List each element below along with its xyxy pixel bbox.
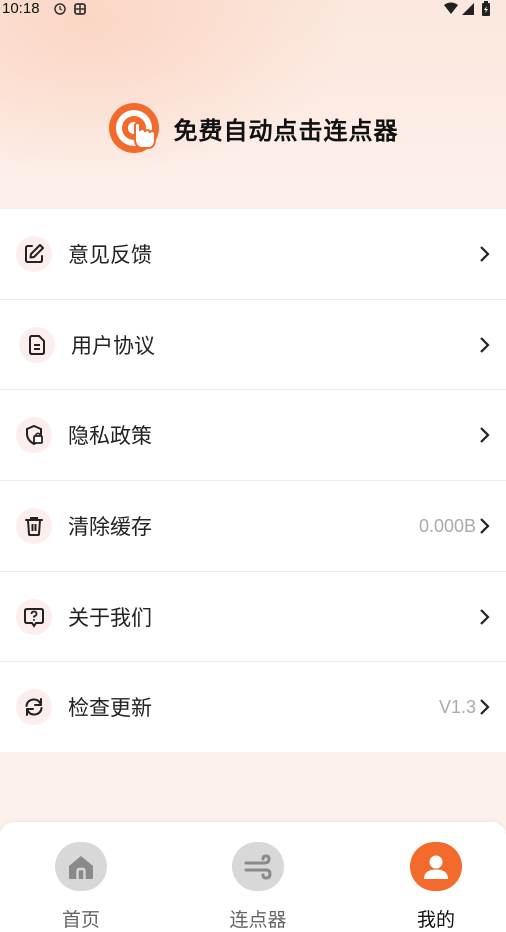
battery-icon: [482, 1, 490, 16]
status-system-icons: [442, 1, 496, 21]
tab-home[interactable]: 首页: [26, 842, 136, 932]
shield-lock-icon: [16, 417, 52, 453]
wifi-icon: [444, 2, 458, 14]
wind-icon: [232, 842, 284, 891]
menu-item-about-us[interactable]: 关于我们: [0, 572, 506, 662]
user-icon: [410, 842, 462, 891]
menu-item-privacy-policy[interactable]: 隐私政策: [0, 390, 506, 480]
app-logo-icon: [108, 103, 159, 153]
menu-item-label: 检查更新: [68, 696, 152, 720]
chevron-right-icon: [480, 337, 490, 353]
tab-label: 连点器: [229, 909, 287, 931]
menu-item-clear-cache[interactable]: 清除缓存 0.000B: [0, 481, 506, 571]
menu-item-feedback[interactable]: 意见反馈: [0, 209, 506, 299]
chevron-right-icon: [480, 699, 490, 715]
chevron-right-icon: [480, 609, 490, 625]
tab-label: 我的: [416, 909, 455, 931]
menu-item-label: 清除缓存: [68, 515, 152, 539]
app-title: 免费自动点击连点器: [173, 116, 399, 145]
status-notification-icons: [52, 1, 92, 21]
menu-item-label: 关于我们: [68, 606, 152, 630]
app-header: 免费自动点击连点器: [0, 96, 506, 160]
document-icon: [19, 327, 55, 363]
chevron-right-icon: [480, 518, 490, 534]
bug-icon: [74, 3, 86, 15]
chevron-right-icon: [480, 427, 490, 443]
tab-mine[interactable]: 我的: [381, 842, 491, 932]
chevron-right-icon: [480, 246, 490, 262]
signal-icon: [462, 3, 474, 15]
refresh-icon: [16, 689, 52, 725]
menu-item-label: 隐私政策: [68, 424, 152, 448]
sync-icon: [54, 3, 66, 15]
menu-item-label: 意见反馈: [68, 243, 152, 267]
menu-item-label: 用户协议: [71, 334, 155, 358]
tab-clicker[interactable]: 连点器: [203, 842, 313, 932]
cache-size-value: 0.000B: [418, 515, 476, 536]
edit-icon: [16, 236, 52, 272]
version-value: V1.3: [438, 696, 476, 717]
home-icon: [55, 842, 107, 891]
settings-menu: 意见反馈 用户协议 隐私政策 清除缓存 0.000B 关于我们 检查更新 V1.…: [0, 209, 506, 752]
status-time: 10:18: [2, 0, 40, 17]
status-bar: 10:18: [0, 0, 506, 20]
menu-item-check-update[interactable]: 检查更新 V1.3: [0, 662, 506, 752]
trash-icon: [16, 508, 52, 544]
question-icon: [16, 599, 52, 635]
menu-item-user-agreement[interactable]: 用户协议: [0, 300, 506, 390]
bottom-navigation: 首页 连点器 我的: [0, 822, 506, 932]
tab-label: 首页: [61, 909, 100, 931]
